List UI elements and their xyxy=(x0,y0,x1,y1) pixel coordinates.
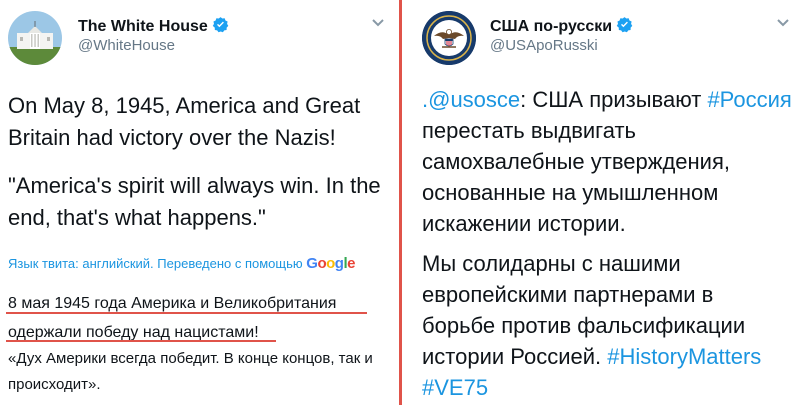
author-name[interactable]: США по-русски xyxy=(490,16,633,36)
chevron-down-icon[interactable] xyxy=(776,18,790,28)
chevron-down-icon[interactable] xyxy=(371,18,385,28)
panel-divider xyxy=(399,0,402,405)
tweet-text-paragraph-1: .@usosce: США призывают #Россия перестат… xyxy=(422,84,792,239)
google-logo: Google xyxy=(306,255,355,272)
author-name-text: США по-русски xyxy=(490,18,613,35)
tweet-text-part: : США призывают xyxy=(520,87,708,112)
translated-quote: «Дух Америки всегда победит. В конце кон… xyxy=(8,350,373,393)
right-tweet: США по-русски @USApoRusski .@usosce: США… xyxy=(404,0,800,405)
state-department-seal-icon xyxy=(422,11,476,65)
author-name[interactable]: The White House xyxy=(78,16,229,36)
hashtag-ve75[interactable]: #VE75 xyxy=(422,375,488,400)
author-name-text: The White House xyxy=(78,18,208,35)
author-handle[interactable]: @USApoRusski xyxy=(490,37,598,54)
left-tweet: The White House @WhiteHouse On May 8, 19… xyxy=(0,0,398,405)
translation-note-text: Язык твита: английский. Переведено с пом… xyxy=(8,256,303,271)
tweet-text-paragraph-2: Мы солидарны с нашими европейскими партн… xyxy=(422,248,792,403)
state-department-seal-avatar[interactable] xyxy=(422,11,476,65)
mention-link[interactable]: .@usosce xyxy=(422,87,520,112)
author-handle[interactable]: @WhiteHouse xyxy=(78,37,175,54)
white-house-icon xyxy=(8,11,62,65)
translation-note[interactable]: Язык твита: английский. Переведено с пом… xyxy=(8,255,398,272)
red-underline-2 xyxy=(6,340,276,342)
tweet-text-paragraph-2: "America's spirit will always win. In th… xyxy=(8,173,381,230)
verified-badge-icon xyxy=(616,17,633,33)
red-underline-1 xyxy=(6,312,367,314)
hashtag-history-matters[interactable]: #HistoryMatters xyxy=(607,344,761,369)
verified-badge-icon xyxy=(212,17,229,33)
tweet-text-part: перестать выдвигать самохвалебные утверж… xyxy=(422,118,730,236)
tweet-text-paragraph-1: On May 8, 1945, America and Great Britai… xyxy=(8,93,361,150)
hashtag-russia[interactable]: #Россия xyxy=(707,87,791,112)
translated-text: 8 мая 1945 года Америка и Великобритания… xyxy=(8,295,337,341)
white-house-avatar[interactable] xyxy=(8,11,62,65)
